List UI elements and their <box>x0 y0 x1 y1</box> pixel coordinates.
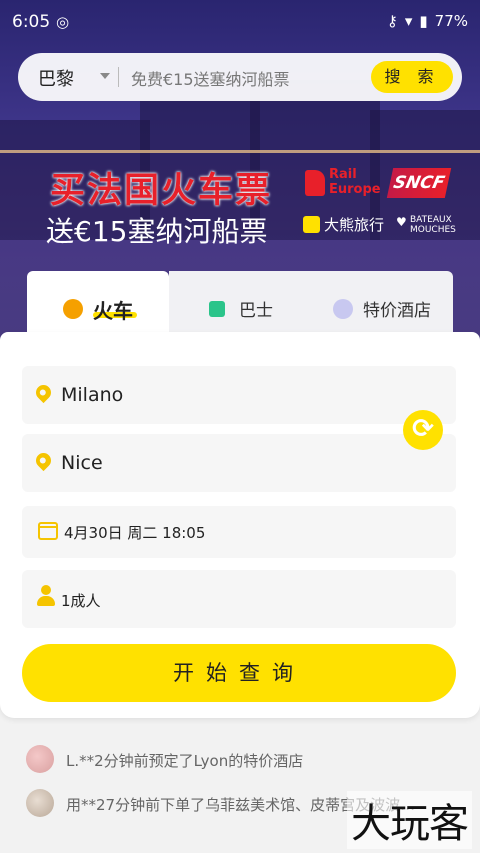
bateaux-mouches-logo: ♥ BATEAUX MOUCHES <box>396 215 456 235</box>
notification-icon: ◎ <box>56 13 70 31</box>
chevron-down-icon[interactable] <box>100 73 110 79</box>
tab-hotel[interactable]: 特价酒店 <box>311 271 453 333</box>
search-form-card: Milano Nice ⟳ 4月30日 周二 18:05 1成人 开始查询 <box>0 332 480 718</box>
banner-title-highlight: 火车票 <box>161 171 273 211</box>
watermark: 大玩客 <box>347 791 472 849</box>
search-input[interactable]: 免费€15送塞纳河船票 <box>131 66 290 90</box>
daxiong-label: 大熊旅行 <box>324 216 385 234</box>
daxiong-icon <box>303 216 320 233</box>
city-lights <box>0 150 480 153</box>
banner-title-red: 买法国 <box>50 171 162 211</box>
tab-label: 巴士 <box>239 301 273 321</box>
person-icon <box>37 585 55 607</box>
status-time: 6:05 <box>12 12 51 32</box>
from-station-value: Milano <box>61 384 124 406</box>
swap-stations-button[interactable]: ⟳ <box>403 410 443 450</box>
battery-icon: ▮ <box>419 12 428 30</box>
date-field[interactable]: 4月30日 周二 18:05 <box>22 506 456 558</box>
calendar-icon <box>38 522 58 540</box>
key-icon: ⚷ <box>386 12 398 30</box>
activity-text: L.**2分钟前预定了Lyon的特价酒店 <box>66 752 304 770</box>
tab-label: 特价酒店 <box>363 301 431 321</box>
battery-level: 77% <box>434 12 468 30</box>
rail-europe-text-2: Europe <box>329 182 381 197</box>
list-item: L.**2分钟前预定了Lyon的特价酒店 <box>0 738 480 778</box>
bus-icon <box>209 301 225 317</box>
mode-tabs: 火车 巴士 特价酒店 <box>27 271 453 333</box>
status-bar: 6:05 ◎ ⚷ ▾ ▮ 77% <box>0 0 480 44</box>
to-station-field[interactable]: Nice <box>22 434 456 492</box>
location-pin-icon <box>32 381 55 404</box>
tab-label: 火车 <box>93 299 133 323</box>
daxiong-logo: 大熊旅行 <box>303 214 384 235</box>
train-icon <box>63 299 83 319</box>
heart-icon: ♥ <box>396 215 407 229</box>
rail-europe-mark <box>305 170 325 196</box>
divider <box>118 67 119 87</box>
banner-subtitle: 送€15塞纳河船票 <box>46 215 268 248</box>
wifi-icon: ▾ <box>404 12 413 30</box>
avatar <box>26 789 54 817</box>
city-selector[interactable]: 巴黎 <box>38 65 74 91</box>
passengers-value: 1成人 <box>61 592 101 610</box>
hotel-icon <box>333 299 353 319</box>
tab-bus[interactable]: 巴士 <box>169 271 311 333</box>
avatar <box>26 745 54 773</box>
from-station-field[interactable]: Milano <box>22 366 456 424</box>
status-right: ⚷ ▾ ▮ 77% <box>387 12 468 30</box>
date-value: 4月30日 周二 18:05 <box>64 524 206 542</box>
rail-europe-logo: Rail Europe <box>305 167 385 200</box>
rail-europe-text-1: Rail <box>329 167 357 182</box>
passengers-field[interactable]: 1成人 <box>22 570 456 628</box>
banner-title: 买法国火车票 <box>50 162 272 213</box>
sncf-logo: SNCF <box>386 168 452 198</box>
search-trains-button[interactable]: 开始查询 <box>22 644 456 702</box>
location-pin-icon <box>32 449 55 472</box>
tab-train[interactable]: 火车 <box>27 271 169 333</box>
search-bar: 巴黎 免费€15送塞纳河船票 搜 索 <box>18 53 462 101</box>
to-station-value: Nice <box>61 452 103 474</box>
search-button[interactable]: 搜 索 <box>371 61 453 93</box>
